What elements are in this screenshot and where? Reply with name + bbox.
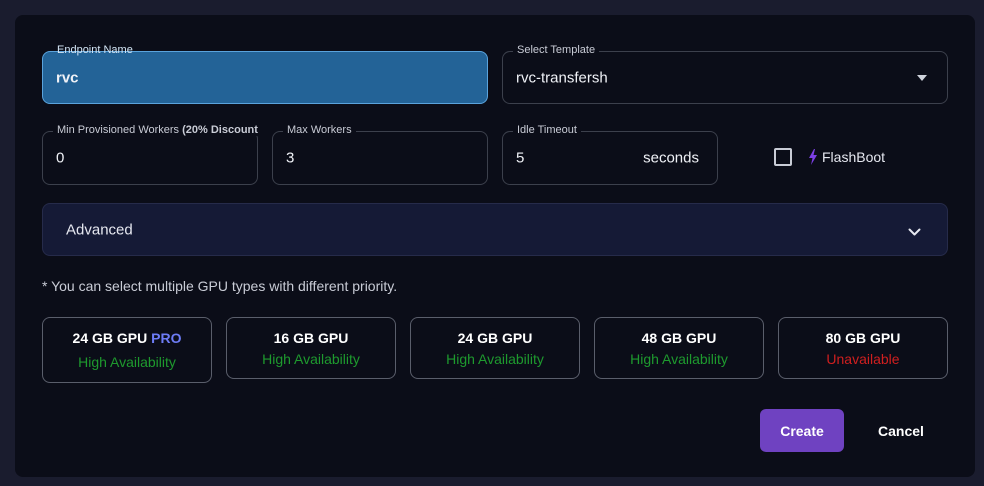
template-value: rvc-transfersh <box>516 69 608 86</box>
idle-timeout-field[interactable]: Idle Timeout 5 seconds <box>502 124 718 185</box>
template-select[interactable]: Select Template rvc-transfersh <box>502 44 948 104</box>
gpu-name: 24 GB GPU <box>457 330 533 346</box>
gpu-option-24gb-pro[interactable]: 24 GB GPU PRO High Availability <box>42 317 212 383</box>
advanced-accordion[interactable]: Advanced <box>42 203 948 256</box>
endpoint-name-value[interactable]: rvc <box>56 69 79 86</box>
gpu-name: 24 GB GPU PRO <box>72 330 182 346</box>
cancel-button[interactable]: Cancel <box>866 409 936 452</box>
gpu-availability: High Availability <box>446 351 544 367</box>
bolt-icon <box>808 149 818 165</box>
endpoint-name-field[interactable]: Endpoint Name rvc <box>42 44 488 104</box>
gpu-availability: Unavailable <box>826 351 900 367</box>
gpu-option-24gb[interactable]: 24 GB GPU High Availability <box>410 317 580 379</box>
max-workers-value[interactable]: 3 <box>286 150 294 167</box>
gpu-name: 16 GB GPU <box>273 330 349 346</box>
gpu-availability: High Availability <box>630 351 728 367</box>
idle-timeout-value[interactable]: 5 <box>516 150 524 167</box>
endpoint-name-label: Endpoint Name <box>57 44 133 56</box>
gpu-availability: High Availability <box>262 351 360 367</box>
flashboot-label: FlashBoot <box>822 149 886 165</box>
create-button[interactable]: Create <box>760 409 844 452</box>
template-label: Select Template <box>513 44 600 56</box>
chevron-down-icon[interactable] <box>908 224 921 242</box>
gpu-option-16gb[interactable]: 16 GB GPU High Availability <box>226 317 396 379</box>
min-workers-label: Min Provisioned Workers (20% Discount <box>53 124 262 136</box>
discount-note: (20% Discount <box>182 124 258 136</box>
min-workers-value[interactable]: 0 <box>56 150 64 167</box>
flashboot-checkbox[interactable] <box>774 148 792 166</box>
min-workers-field[interactable]: Min Provisioned Workers (20% Discount 0 <box>42 124 262 185</box>
dropdown-caret-icon[interactable] <box>917 74 927 81</box>
gpu-option-80gb[interactable]: 80 GB GPU Unavailable <box>778 317 948 379</box>
max-workers-field[interactable]: Max Workers 3 <box>272 124 488 185</box>
max-workers-label: Max Workers <box>283 124 356 136</box>
pro-badge: PRO <box>151 330 182 346</box>
gpu-name: 48 GB GPU <box>641 330 717 346</box>
gpu-option-48gb[interactable]: 48 GB GPU High Availability <box>594 317 764 379</box>
advanced-label: Advanced <box>66 221 133 238</box>
idle-timeout-label: Idle Timeout <box>513 124 581 136</box>
idle-timeout-unit: seconds <box>643 149 699 167</box>
gpu-name: 80 GB GPU <box>825 330 901 346</box>
gpu-selection-note: * You can select multiple GPU types with… <box>42 278 398 294</box>
flashboot-toggle[interactable]: FlashBoot <box>774 148 885 166</box>
gpu-availability: High Availability <box>78 354 176 370</box>
